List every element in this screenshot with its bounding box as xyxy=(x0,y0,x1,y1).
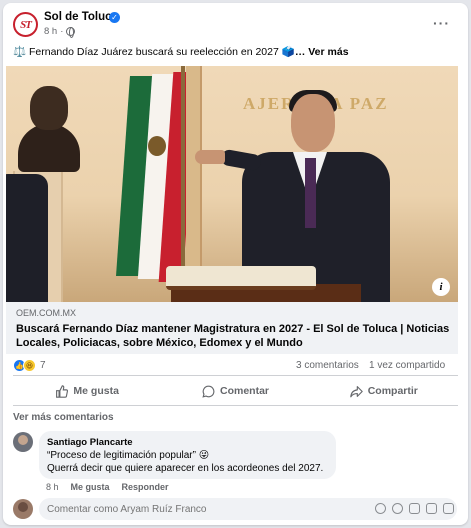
caption-text: Fernando Díaz Juárez buscará su reelecci… xyxy=(29,46,279,58)
post-image[interactable]: AJERO LA PAZ i xyxy=(6,66,458,302)
divider xyxy=(13,405,458,406)
shares-count[interactable]: 1 vez compartido xyxy=(369,360,445,371)
comments-count[interactable]: 3 comentarios xyxy=(296,360,359,371)
flag-emblem xyxy=(148,136,166,156)
comment-time[interactable]: 8 h xyxy=(46,482,59,492)
person-left xyxy=(6,174,48,302)
post-time[interactable]: 8 h xyxy=(44,26,57,37)
avatar-sticker-icon[interactable] xyxy=(375,503,386,514)
reactions-summary[interactable]: 👍 😆 7 xyxy=(13,359,46,372)
reaction-count: 7 xyxy=(40,360,46,371)
camera-icon[interactable] xyxy=(409,503,420,514)
haha-reaction-icon: 😆 xyxy=(23,359,36,372)
scales-icon: ⚖️ xyxy=(13,46,27,58)
man-tie xyxy=(305,158,316,228)
globe-icon xyxy=(66,27,76,38)
see-more-link[interactable]: … Ver más xyxy=(295,46,349,58)
verified-icon: ✓ xyxy=(109,12,120,23)
comment-avatar[interactable] xyxy=(13,432,33,452)
share-button[interactable]: Compartir xyxy=(310,378,458,404)
comment-label: Comentar xyxy=(219,385,269,397)
more-options-icon[interactable]: ··· xyxy=(433,15,450,31)
page-avatar[interactable]: ST xyxy=(13,12,38,37)
man-head xyxy=(291,94,335,152)
divider xyxy=(13,375,458,376)
comment-input-tools xyxy=(375,503,454,514)
post-meta: 8 h · xyxy=(44,26,76,38)
info-icon[interactable]: i xyxy=(432,278,450,296)
comment-meta: 8 h Me gusta Responder xyxy=(46,482,169,492)
comment-like-button[interactable]: Me gusta xyxy=(71,482,110,492)
like-label: Me gusta xyxy=(73,385,119,397)
share-label: Compartir xyxy=(367,385,418,397)
emoji-icon[interactable] xyxy=(392,503,403,514)
comment-text-line: Querrá decir que quiere aparecer en los … xyxy=(47,463,324,474)
man-arm xyxy=(219,148,263,172)
post-caption: ⚖️ Fernando Díaz Juárez buscará su reele… xyxy=(13,45,349,58)
comment-icon xyxy=(202,385,215,398)
man-hand xyxy=(195,150,225,164)
share-icon xyxy=(349,385,363,397)
gif-icon[interactable] xyxy=(426,503,437,514)
comment-text-line: “Proceso de legitimación popular” 😜 xyxy=(47,450,210,461)
bust-body xyxy=(18,124,80,172)
open-book xyxy=(166,266,316,290)
user-avatar[interactable] xyxy=(13,499,33,519)
bust-head xyxy=(30,86,68,130)
page-name[interactable]: Sol de Toluca xyxy=(44,11,118,23)
sticker-icon[interactable] xyxy=(443,503,454,514)
meta-separator: · xyxy=(60,26,64,37)
comment-button[interactable]: Comentar xyxy=(161,378,309,404)
comment-reply-button[interactable]: Responder xyxy=(122,482,169,492)
link-domain: OEM.COM.MX xyxy=(16,308,76,318)
comment-author[interactable]: Santiago Plancarte xyxy=(47,437,133,448)
post-card: ST Sol de Toluca ✓ 8 h · ··· ⚖️ Fernando… xyxy=(3,3,468,525)
page-avatar-logo: ST xyxy=(20,18,32,31)
ballot-icon: 🗳️ xyxy=(281,46,295,58)
thumbs-up-icon xyxy=(56,384,69,398)
see-more-comments-link[interactable]: Ver más comentarios xyxy=(13,412,114,423)
link-title: Buscará Fernando Díaz mantener Magistrat… xyxy=(16,323,450,349)
comment-bubble: Santiago Plancarte “Proceso de legitimac… xyxy=(39,431,336,479)
action-bar: Me gusta Comentar Compartir xyxy=(13,378,458,404)
like-button[interactable]: Me gusta xyxy=(13,378,161,404)
post-header: ST Sol de Toluca ✓ 8 h · ··· xyxy=(3,3,468,43)
link-preview[interactable]: OEM.COM.MX Buscará Fernando Díaz mantene… xyxy=(6,302,458,354)
